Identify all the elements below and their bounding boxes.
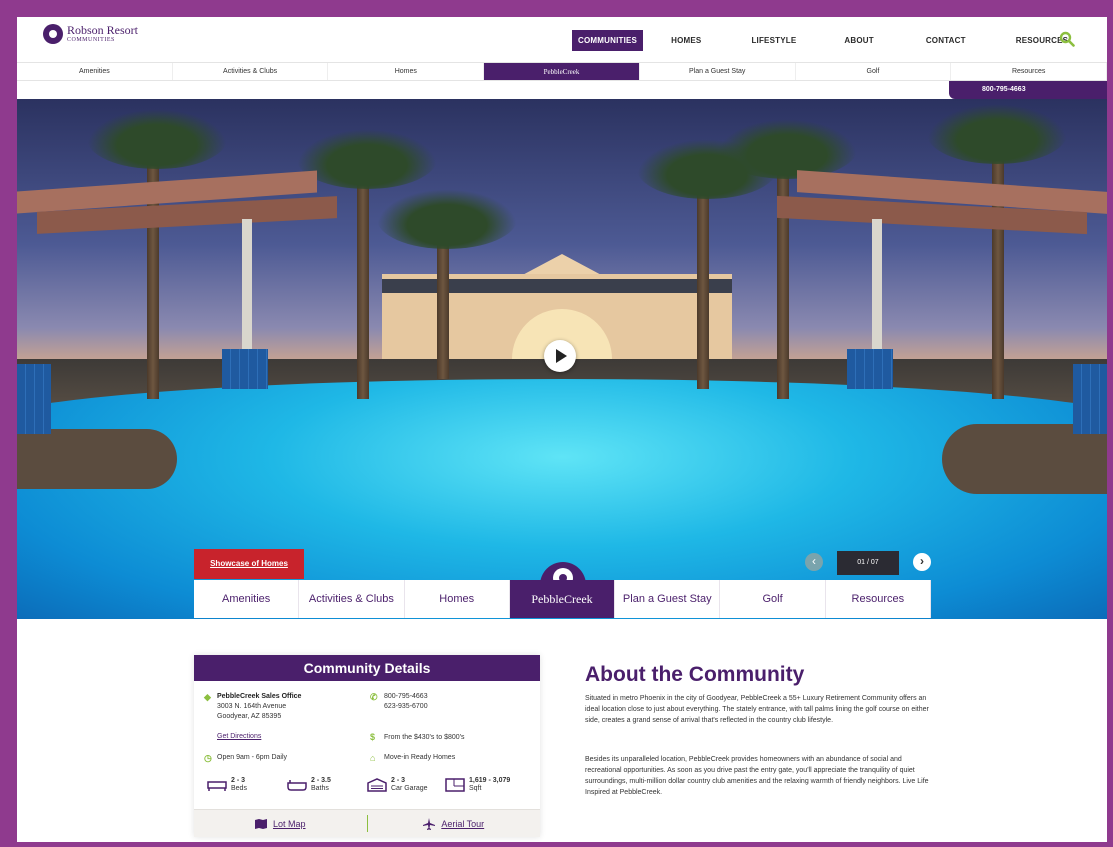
pool-edge-left xyxy=(17,429,177,489)
location-pin-icon: ◆ xyxy=(204,692,211,702)
palm-tree xyxy=(147,139,159,399)
dollar-icon: $ xyxy=(370,732,376,742)
garage-icon xyxy=(367,778,387,792)
tab-resources[interactable]: Resources xyxy=(826,580,931,618)
tile-column xyxy=(17,364,51,434)
palm-tree xyxy=(357,169,369,399)
office-name: PebbleCreek Sales Office xyxy=(217,693,302,700)
address-line-1: 3003 N. 164th Avenue xyxy=(217,703,287,710)
phone-icon: ✆ xyxy=(370,692,378,702)
showcase-of-homes-tab[interactable]: Showcase of Homes xyxy=(194,549,304,579)
get-directions-link[interactable]: Get Directions xyxy=(217,733,261,740)
nav-contact[interactable]: CONTACT xyxy=(920,30,972,51)
palm-fronds xyxy=(927,104,1067,164)
bed-icon xyxy=(207,781,227,791)
subnav-golf[interactable]: Golf xyxy=(796,63,952,80)
floorplan-icon xyxy=(445,778,465,792)
sqft-label: Sqft xyxy=(469,785,482,792)
tab-guest-stay[interactable]: Plan a Guest Stay xyxy=(615,580,721,618)
bathtub-icon xyxy=(287,780,307,791)
plane-icon xyxy=(423,817,436,830)
play-video-button[interactable] xyxy=(544,340,576,372)
garage-value: 2 - 3 xyxy=(391,777,406,784)
header: Robson Resort COMMUNITIES COMMUNITIES HO… xyxy=(17,17,1107,62)
lot-map-button[interactable]: Lot Map xyxy=(194,810,367,837)
beds-stat: 2 - 3 Beds xyxy=(207,777,247,793)
tile-column xyxy=(847,349,893,389)
logo-subtitle: COMMUNITIES xyxy=(67,37,115,43)
nav-lifestyle[interactable]: LIFESTYLE xyxy=(745,30,802,51)
card-footer: Lot Map Aerial Tour xyxy=(194,809,540,837)
about-paragraph-2: Besides its unparalleled location, Pebbl… xyxy=(585,756,929,796)
tab-golf[interactable]: Golf xyxy=(720,580,826,618)
tab-pebblecreek[interactable]: PebbleCreek xyxy=(509,580,616,618)
next-slide-button[interactable]: › xyxy=(913,553,931,571)
community-details-title: Community Details xyxy=(194,655,540,681)
subnav-activities[interactable]: Activities & Clubs xyxy=(173,63,329,80)
palm-fronds xyxy=(297,129,437,189)
about-paragraph-1: Situated in metro Phoenix in the city of… xyxy=(585,695,929,724)
beds-label: Beds xyxy=(231,785,247,792)
clock-icon: ◷ xyxy=(204,753,212,763)
sqft-value: 1,619 - 3,079 xyxy=(469,777,511,784)
about-title: About the Community xyxy=(585,663,805,686)
home-icon: ⌂ xyxy=(370,753,376,763)
price-range: From the $430's to $800's xyxy=(384,734,465,741)
subnav-amenities[interactable]: Amenities xyxy=(17,63,173,80)
baths-label: Baths xyxy=(311,785,329,792)
nav-about[interactable]: ABOUT xyxy=(838,30,879,51)
logo-title: Robson Resort xyxy=(67,23,139,37)
office-hours: Open 9am - 6pm Daily xyxy=(217,754,288,761)
baths-stat: 2 - 3.5 Baths xyxy=(287,777,331,793)
tab-activities-clubs[interactable]: Activities & Clubs xyxy=(299,580,405,618)
sales-office-address: PebbleCreek Sales Office 3003 N. 164th A… xyxy=(217,692,301,722)
tab-homes[interactable]: Homes xyxy=(405,580,510,618)
subnav-pebblecreek[interactable]: PebbleCreek xyxy=(484,63,640,80)
phone-bar[interactable]: 800-795-4663 xyxy=(949,81,1107,99)
palm-fronds xyxy=(377,189,517,249)
beds-value: 2 - 3 xyxy=(231,777,246,784)
clubhouse-roof xyxy=(382,279,732,293)
pergola-post xyxy=(872,219,882,349)
palm-tree xyxy=(992,139,1004,399)
search-icon[interactable] xyxy=(1059,31,1075,47)
hero-image: Showcase of Homes ‹ 01 / 07 › xyxy=(17,99,1107,619)
prev-slide-button[interactable]: ‹ xyxy=(805,553,823,571)
subnav-guest-stay[interactable]: Plan a Guest Stay xyxy=(640,63,796,80)
phone-1[interactable]: 800-795-4663 xyxy=(384,693,428,700)
tile-column xyxy=(222,349,268,389)
pergola-post xyxy=(242,219,252,349)
palm-fronds xyxy=(717,119,857,179)
map-icon xyxy=(254,818,267,829)
palm-fronds xyxy=(87,109,227,169)
phone-numbers[interactable]: 800-795-4663 623-935-6700 xyxy=(384,692,428,712)
tab-amenities[interactable]: Amenities xyxy=(194,580,300,618)
baths-value: 2 - 3.5 xyxy=(311,777,331,784)
subnav-resources[interactable]: Resources xyxy=(951,63,1107,80)
logo-icon xyxy=(43,24,63,44)
pool-edge-right xyxy=(942,424,1107,494)
garage-label: Car Garage xyxy=(391,785,428,792)
main-nav: COMMUNITIES HOMES LIFESTYLE ABOUT CONTAC… xyxy=(572,30,1096,51)
community-tabs: Amenities Activities & Clubs Homes Pebbl… xyxy=(194,580,931,618)
aerial-tour-button[interactable]: Aerial Tour xyxy=(368,810,541,837)
move-in-ready: Move-in Ready Homes xyxy=(384,754,456,761)
palm-tree xyxy=(697,189,709,389)
lot-map-label: Lot Map xyxy=(272,818,306,829)
aerial-tour-label: Aerial Tour xyxy=(441,818,485,829)
sqft-stat: 1,619 - 3,079 Sqft xyxy=(445,777,510,793)
tile-column xyxy=(1073,364,1107,434)
page: Robson Resort COMMUNITIES COMMUNITIES HO… xyxy=(17,17,1107,842)
sub-nav: Amenities Activities & Clubs Homes Pebbl… xyxy=(17,62,1107,81)
nav-homes[interactable]: HOMES xyxy=(665,30,707,51)
logo[interactable]: Robson Resort COMMUNITIES xyxy=(43,24,138,44)
subnav-homes[interactable]: Homes xyxy=(328,63,485,80)
phone-2[interactable]: 623-935-6700 xyxy=(384,703,428,710)
palm-tree xyxy=(437,229,449,379)
garage-stat: 2 - 3 Car Garage xyxy=(367,777,428,793)
nav-communities[interactable]: COMMUNITIES xyxy=(572,30,644,51)
address-line-2: Goodyear, AZ 85395 xyxy=(217,713,282,720)
slide-counter: 01 / 07 xyxy=(837,551,899,575)
